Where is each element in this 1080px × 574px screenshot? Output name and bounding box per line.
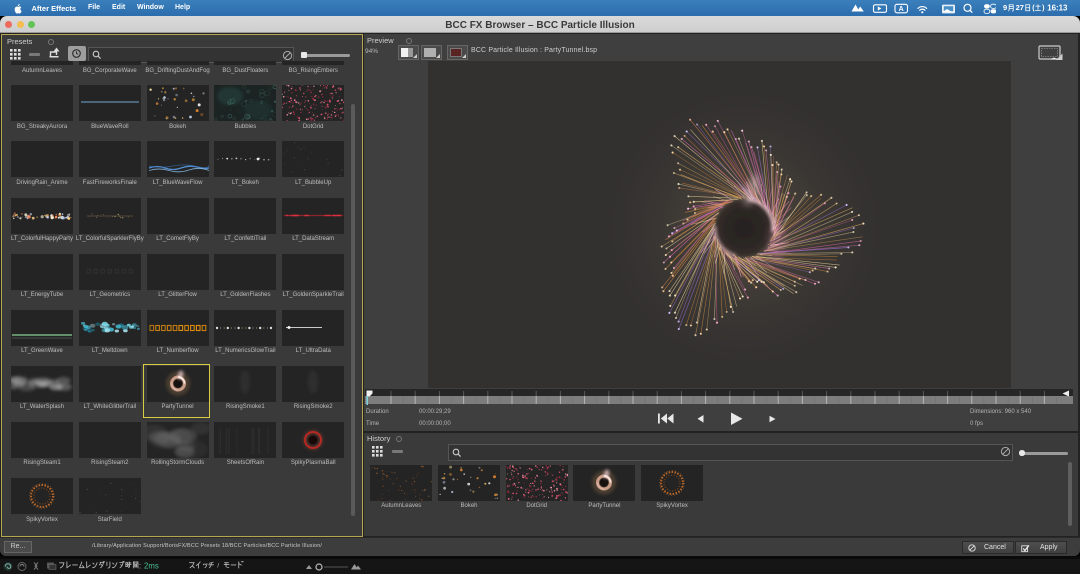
svg-text::: :: [139, 562, 141, 571]
svg-text:9: 9: [1003, 3, 1007, 12]
svg-text:(: (: [1032, 4, 1035, 12]
svg-text:27: 27: [1016, 3, 1024, 12]
svg-text:A: A: [899, 6, 904, 13]
svg-text:16:13: 16:13: [1047, 3, 1068, 12]
svg-text:2ms: 2ms: [144, 562, 159, 571]
svg-text:/: /: [217, 562, 219, 569]
svg-text:): ): [1042, 4, 1045, 12]
